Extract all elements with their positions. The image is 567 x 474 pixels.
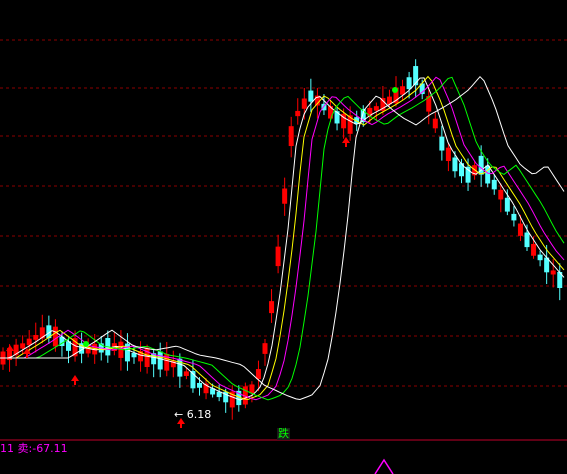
candle-body	[157, 351, 163, 370]
buy-arrow-stem	[74, 380, 76, 385]
sell-value: -67.11	[32, 442, 68, 455]
candle-body	[524, 232, 530, 248]
candle-body	[511, 213, 517, 221]
ma60-line	[0, 75, 565, 401]
signal-dot	[392, 87, 398, 93]
candle-body	[400, 86, 406, 95]
candle-body	[308, 90, 314, 102]
candle-body	[295, 110, 301, 117]
candle-body	[504, 197, 510, 212]
signal-label: 跌	[277, 427, 290, 440]
ma30-line	[0, 76, 565, 401]
candle-body	[20, 343, 26, 349]
ma10-line	[0, 75, 565, 401]
candle-body	[52, 326, 58, 347]
candle-body	[491, 179, 497, 190]
candle-body	[550, 270, 556, 275]
candle-body	[197, 382, 202, 388]
candle-body	[301, 98, 307, 109]
indicator-peak	[374, 458, 394, 474]
signal-dot	[83, 341, 89, 347]
candle-body	[255, 369, 261, 380]
candle-body	[498, 189, 504, 200]
candle-body	[288, 126, 294, 147]
candle-body	[269, 301, 275, 314]
indicator-prefix: 11	[0, 442, 14, 455]
buy-arrow-stem	[180, 423, 182, 428]
candle-body	[373, 106, 379, 111]
ma5-line	[0, 77, 565, 401]
ma20-line	[0, 76, 565, 401]
buy-arrow-stem	[345, 142, 347, 147]
candle-body	[328, 106, 333, 119]
stock-kline-chart	[0, 39, 567, 474]
candle-body	[531, 243, 537, 256]
candle-body	[445, 147, 451, 162]
candle-body	[537, 254, 543, 261]
candle-body	[33, 335, 39, 340]
candle-body	[517, 223, 523, 236]
candle-body	[26, 338, 32, 346]
candle-body	[183, 371, 189, 376]
candle-body	[406, 77, 412, 90]
candle-body	[439, 136, 445, 151]
low-price-annotation: ← 6.18	[174, 408, 212, 421]
sell-label: 卖:	[17, 442, 33, 455]
candle-body	[282, 188, 288, 204]
candle-body	[452, 157, 458, 172]
buy-arrow-stem	[26, 353, 28, 358]
candle-body	[275, 246, 281, 267]
candle-body	[262, 343, 268, 354]
candle-body	[249, 384, 255, 394]
candle-body	[432, 118, 438, 129]
buy-arrow-stem	[9, 350, 11, 355]
indicator-readout: 11 卖:-67.11	[0, 443, 68, 455]
